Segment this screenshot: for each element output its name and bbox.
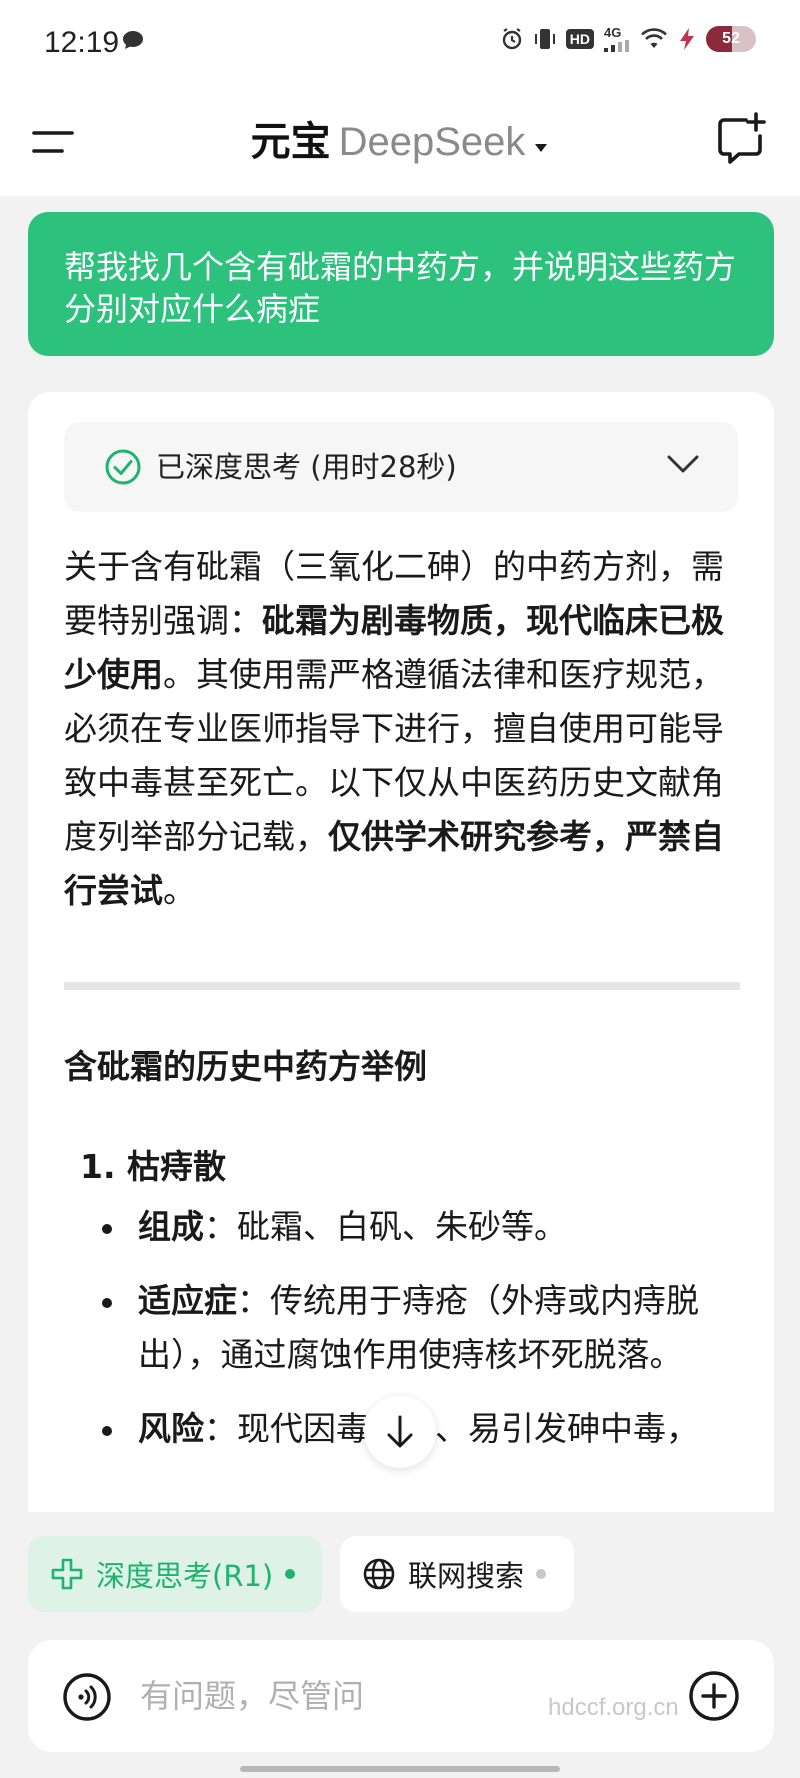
answer-intro-paragraph: 关于含有砒霜（三氧化二砷）的中药方剂，需要特别强调：砒霜为剧毒物质，现代临床已极… <box>64 540 744 918</box>
web-search-toggle[interactable]: 联网搜索 <box>340 1536 574 1612</box>
arrow-down-icon <box>387 1415 413 1448</box>
list-item: 适应症：传统用于痔疮（外痔或内痔脱出），通过腐蚀作用使痔核坏死脱落。 <box>102 1274 758 1382</box>
assistant-answer-card: 已深度思考 (用时28秒) 关于含有砒霜（三氧化二砷）的中药方剂，需要特别强调：… <box>28 392 774 1512</box>
chat-bubble-icon <box>122 30 144 54</box>
alarm-icon <box>500 27 524 51</box>
bullet-label: 风险 <box>138 1409 204 1448</box>
caret-down-icon <box>533 111 549 171</box>
web-search-label: 联网搜索 <box>408 1559 525 1593</box>
thinking-label: 已深度思考 (用时28秒) <box>156 450 457 484</box>
chevron-down-icon <box>666 452 700 480</box>
attach-button[interactable] <box>688 1670 740 1726</box>
hd-badge: HD <box>565 29 594 49</box>
section-divider <box>64 982 740 990</box>
model-selector[interactable]: 元宝 DeepSeek <box>0 112 800 172</box>
vibrate-icon <box>534 27 556 51</box>
model-name: DeepSeek <box>338 120 526 164</box>
deep-think-icon <box>51 1558 83 1590</box>
charging-icon <box>678 27 696 51</box>
user-message-bubble: 帮我找几个含有砒霜的中药方，并说明这些药方分别对应什么病症 <box>28 212 774 356</box>
home-indicator[interactable] <box>240 1766 560 1772</box>
voice-input-button[interactable] <box>62 1672 112 1726</box>
voice-icon <box>63 1673 111 1721</box>
status-dot <box>536 1569 547 1579</box>
bullet-text: ：砒霜、白矾、朱砂等。 <box>204 1207 567 1246</box>
user-message-text: 帮我找几个含有砒霜的中药方，并说明这些药方分别对应什么病症 <box>64 248 737 328</box>
bullet-label: 组成 <box>138 1207 204 1246</box>
bullet-label: 适应症 <box>138 1281 237 1320</box>
cellular-signal-icon: 4G <box>604 26 630 52</box>
section-heading: 含砒霜的历史中药方举例 <box>64 1047 427 1086</box>
app-name: 元宝 <box>250 119 331 165</box>
status-bar: 12:19 HD 4G 52 <box>0 0 800 88</box>
network-type: 4G <box>604 25 622 40</box>
list-item: 风险：现代因毒性大、易引发砷中毒， <box>102 1402 758 1456</box>
new-chat-icon <box>718 112 766 164</box>
check-circle-icon <box>104 448 142 490</box>
intro-text-3: 。 <box>163 871 196 910</box>
list-item: 组成：砒霜、白矾、朱砂等。 <box>102 1200 758 1254</box>
battery-indicator: 52 <box>706 26 756 52</box>
bullet-list: 组成：砒霜、白矾、朱砂等。 适应症：传统用于痔疮（外痔或内痔脱出），通过腐蚀作用… <box>102 1200 758 1476</box>
status-time: 12:19 <box>44 26 120 59</box>
status-icons: HD 4G 52 <box>500 26 756 52</box>
wifi-icon <box>640 28 668 50</box>
bullet-text: ：现代因毒性大、易引发砷中毒， <box>204 1409 699 1448</box>
app-header: 元宝 DeepSeek <box>0 88 800 196</box>
scroll-to-bottom-button[interactable] <box>364 1396 436 1468</box>
thinking-summary-toggle[interactable]: 已深度思考 (用时28秒) <box>64 422 738 512</box>
deep-think-label: 深度思考(R1) <box>96 1559 274 1593</box>
new-chat-button[interactable] <box>712 110 770 168</box>
plus-circle-icon <box>689 1671 739 1721</box>
deep-think-toggle[interactable]: 深度思考(R1) <box>28 1536 322 1612</box>
list-item-title: 1. 枯痔散 <box>80 1147 226 1186</box>
battery-level: 52 <box>722 30 740 47</box>
globe-icon <box>363 1558 395 1590</box>
watermark: hdccf.org.cn <box>548 1694 679 1721</box>
status-dot <box>285 1569 296 1579</box>
